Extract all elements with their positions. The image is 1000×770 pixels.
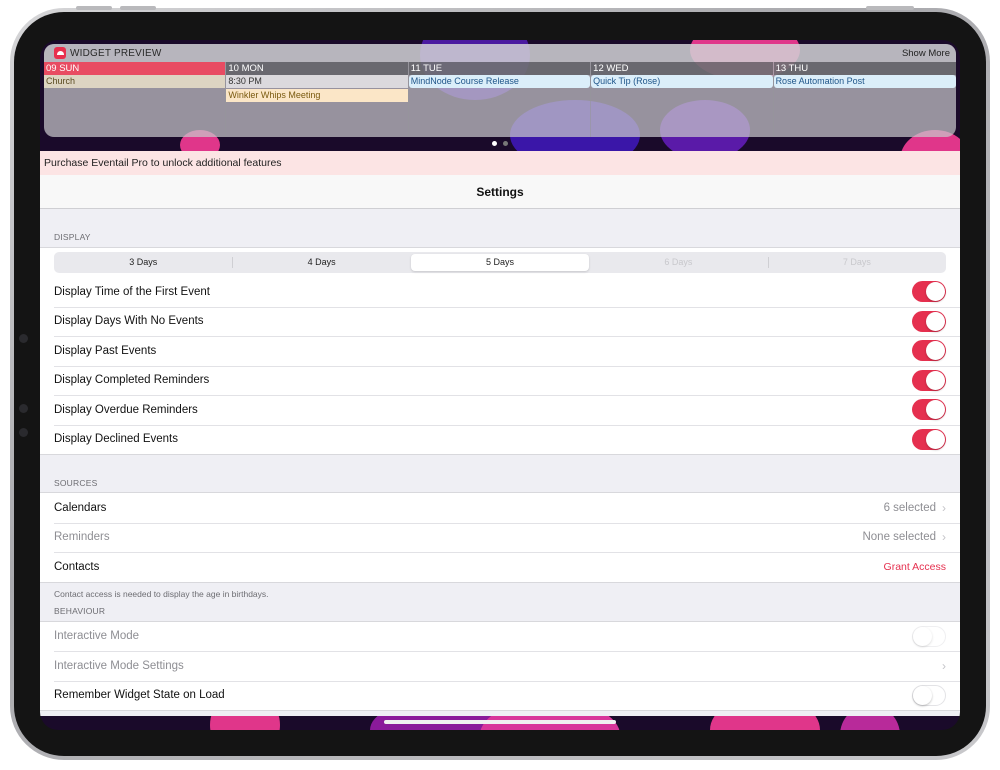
interactive-mode-row: Interactive Mode bbox=[40, 622, 960, 652]
widget-header: WIDGET PREVIEW Show More bbox=[44, 44, 956, 62]
widget-day-column[interactable]: 10 MON 8:30 PM Winkler Whips Meeting bbox=[226, 62, 409, 137]
widget-day-column[interactable]: 13 THU Rose Automation Post bbox=[773, 62, 956, 137]
interactive-mode-label: Interactive Mode bbox=[54, 630, 140, 643]
display-option-toggle[interactable] bbox=[912, 399, 946, 421]
reminders-label: Reminders bbox=[54, 531, 110, 544]
screen: WIDGET PREVIEW Show More 09 SUN Church 10 … bbox=[40, 40, 960, 730]
section-header-sources: SOURCES bbox=[54, 478, 98, 488]
widget-day-column[interactable]: 09 SUN Church bbox=[44, 62, 227, 137]
display-option-toggle[interactable] bbox=[912, 310, 946, 332]
contacts-footnote: Contact access is needed to display the … bbox=[54, 588, 269, 599]
display-option-toggle[interactable] bbox=[912, 340, 946, 362]
event-item[interactable]: Rose Automation Post bbox=[773, 75, 956, 88]
event-item[interactable]: Winkler Whips Meeting bbox=[226, 89, 408, 102]
widget-day-column[interactable]: 12 WED Quick Tip (Rose) bbox=[591, 62, 774, 137]
display-group: 3 Days 4 Days 5 Days 6 Days 7 Days Display T… bbox=[40, 247, 960, 455]
volume-up-button bbox=[76, 6, 112, 10]
day-header: 11 TUE bbox=[408, 62, 591, 75]
segment-3-days[interactable]: 3 Days bbox=[54, 252, 232, 273]
display-option-toggle[interactable] bbox=[912, 369, 946, 391]
segment-7-days: 7 Days bbox=[767, 252, 946, 273]
section-header-display: DISPLAY bbox=[54, 232, 91, 242]
segment-6-days: 6 Days bbox=[664, 257, 693, 267]
display-option-row: Display Days With No Events bbox=[40, 306, 960, 337]
display-option-row: Display Completed Reminders bbox=[40, 365, 960, 396]
behaviour-group: Interactive Mode Interactive Mode Settin… bbox=[40, 620, 960, 711]
event-time: 8:30 PM bbox=[226, 75, 408, 88]
display-option-row: Display Time of the First Event bbox=[40, 277, 960, 307]
volume-down-button bbox=[120, 6, 156, 10]
segment-4-days[interactable]: 4 Days bbox=[232, 252, 410, 273]
event-item[interactable]: Church bbox=[44, 75, 226, 88]
remember-widget-state-row: Remember Widget State on Load bbox=[40, 680, 960, 711]
day-header: 10 MON bbox=[226, 62, 408, 75]
sources-group: Calendars 6 selected › Reminders None sel… bbox=[40, 492, 960, 583]
widget-title: WIDGET PREVIEW bbox=[70, 47, 162, 59]
chevron-right-icon: › bbox=[942, 500, 946, 515]
settings-panel: Settings DISPLAY 3 Days 4 Days 5 Days 6 Day… bbox=[40, 175, 960, 716]
display-option-label: Display Completed Reminders bbox=[54, 374, 210, 387]
display-option-row: Display Declined Events bbox=[40, 424, 960, 455]
interactive-mode-toggle[interactable] bbox=[912, 625, 946, 647]
calendars-label: Calendars bbox=[54, 501, 107, 514]
calendars-row[interactable]: Calendars 6 selected › bbox=[40, 493, 960, 523]
display-option-row: Display Past Events bbox=[40, 336, 960, 366]
reminders-value: None selected bbox=[862, 531, 936, 544]
days-segmented-control[interactable]: 3 Days 4 Days 5 Days 6 Days 7 Days bbox=[54, 252, 946, 273]
interactive-mode-settings-label: Interactive Mode Settings bbox=[54, 659, 184, 672]
grant-access-button[interactable]: Grant Access bbox=[884, 561, 946, 573]
day-header: 12 WED bbox=[591, 62, 773, 75]
segment-5-days[interactable]: 5 Days bbox=[410, 254, 590, 271]
display-option-label: Display Past Events bbox=[54, 344, 157, 357]
top-button bbox=[866, 6, 914, 10]
event-item[interactable]: Quick Tip (Rose) bbox=[591, 75, 773, 88]
widget-day-column[interactable]: 11 TUE MindNode Course Release bbox=[408, 62, 592, 137]
contacts-label: Contacts bbox=[54, 560, 100, 573]
days-segment-row: 3 Days 4 Days 5 Days 6 Days 7 Days bbox=[40, 248, 960, 277]
contacts-row: Contacts Grant Access bbox=[40, 552, 960, 582]
purchase-pro-banner[interactable]: Purchase Eventail Pro to unlock addition… bbox=[40, 151, 960, 175]
widget-preview: WIDGET PREVIEW Show More 09 SUN Church 10 … bbox=[44, 44, 956, 137]
day-header: 13 THU bbox=[773, 62, 956, 75]
section-header-behaviour: BEHAVIOUR bbox=[54, 605, 106, 616]
calendar-app-icon bbox=[54, 47, 66, 59]
display-option-label: Display Declined Events bbox=[54, 433, 179, 446]
reminders-row[interactable]: Reminders None selected › bbox=[40, 522, 960, 553]
event-item[interactable]: MindNode Course Release bbox=[408, 75, 591, 88]
display-option-label: Display Days With No Events bbox=[54, 315, 204, 328]
chevron-right-icon: › bbox=[942, 658, 946, 673]
widget-days: 09 SUN Church 10 MON 8:30 PM Winkler Whips M… bbox=[44, 62, 956, 137]
display-option-row: Display Overdue Reminders bbox=[40, 395, 960, 425]
day-header: 09 SUN bbox=[44, 62, 226, 75]
show-more-button[interactable]: Show More bbox=[902, 48, 950, 59]
remember-widget-state-toggle[interactable] bbox=[912, 684, 946, 706]
page-indicator[interactable] bbox=[40, 141, 960, 146]
remember-widget-state-label: Remember Widget State on Load bbox=[54, 689, 225, 702]
display-option-toggle[interactable] bbox=[912, 428, 946, 450]
camera-icon bbox=[19, 334, 28, 343]
sensor-icon bbox=[19, 404, 28, 413]
chevron-right-icon: › bbox=[942, 530, 946, 545]
sensor-icon bbox=[19, 428, 28, 437]
home-indicator[interactable] bbox=[384, 720, 616, 724]
display-option-label: Display Overdue Reminders bbox=[54, 403, 198, 416]
calendars-value: 6 selected bbox=[883, 501, 936, 514]
display-option-label: Display Time of the First Event bbox=[54, 285, 210, 298]
page-title: Settings bbox=[40, 175, 960, 209]
display-option-toggle[interactable] bbox=[912, 281, 946, 303]
interactive-mode-settings-row[interactable]: Interactive Mode Settings › bbox=[40, 651, 960, 681]
